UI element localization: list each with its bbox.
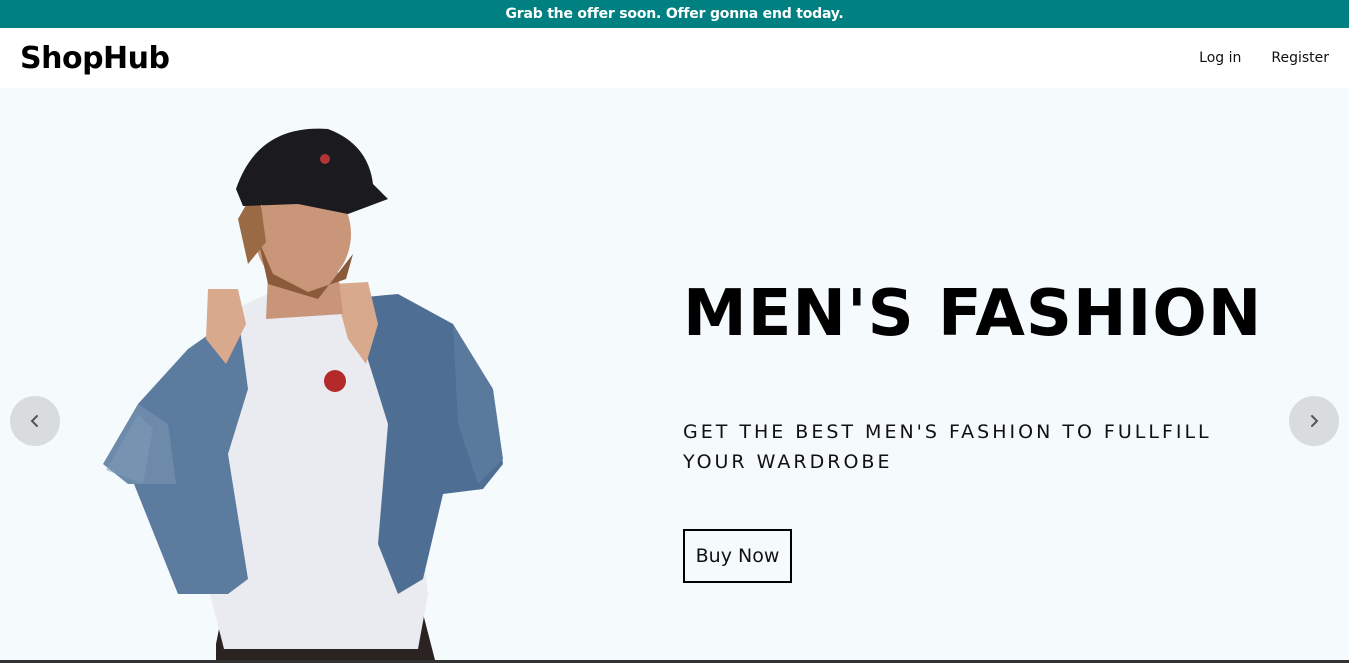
hero-slider: MEN'S FASHION GET THE BEST MEN'S FASHION… (0, 88, 1349, 661)
login-link[interactable]: Log in (1199, 50, 1241, 66)
prev-slide-button[interactable] (10, 396, 60, 446)
slide-info: MEN'S FASHION GET THE BEST MEN'S FASHION… (683, 274, 1303, 583)
slide-title: MEN'S FASHION (683, 277, 1263, 351)
slide-description: GET THE BEST MEN'S FASHION TO FULLFILL Y… (683, 421, 1212, 473)
buy-now-button[interactable]: Buy Now (683, 529, 792, 583)
chevron-right-icon (1311, 415, 1319, 427)
logo[interactable]: ShopHub (20, 41, 170, 76)
navbar: ShopHub Log in Register (0, 28, 1349, 88)
announcement-text: Grab the offer soon. Offer gonna end tod… (505, 6, 844, 22)
hero-image (103, 128, 503, 661)
nav-links: Log in Register (1199, 50, 1329, 66)
scrollbar[interactable] (1349, 28, 1366, 663)
chevron-left-icon (30, 415, 38, 427)
announcement-bar: Grab the offer soon. Offer gonna end tod… (0, 0, 1349, 28)
register-link[interactable]: Register (1271, 50, 1329, 66)
